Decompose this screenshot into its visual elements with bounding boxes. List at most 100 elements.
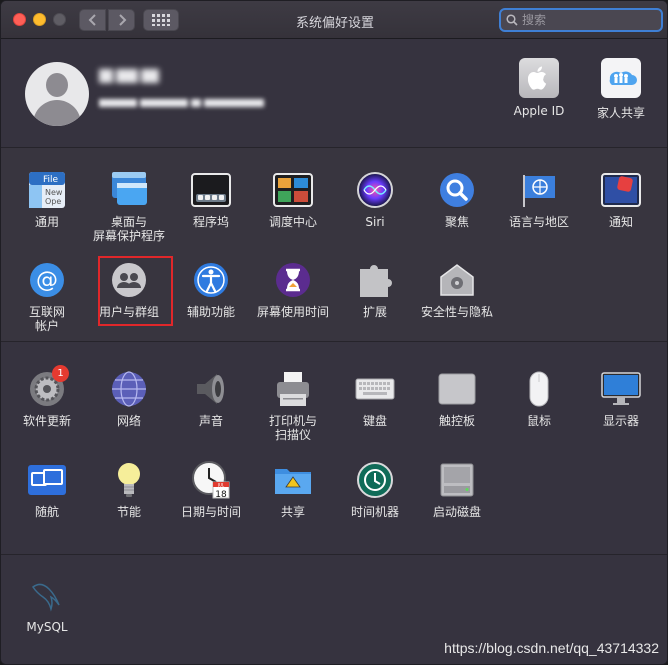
search-icon (506, 14, 518, 26)
pref-software-update[interactable]: 1 软件更新 (6, 365, 88, 428)
pref-sidecar[interactable]: 随航 (6, 460, 88, 519)
network-icon (109, 369, 149, 409)
pref-label: 聚焦 (444, 215, 469, 229)
pref-sound[interactable]: 声音 (170, 369, 252, 428)
screen-time-icon (273, 260, 313, 300)
pref-language-region[interactable]: 语言与地区 (498, 170, 580, 229)
mission-control-icon (273, 170, 313, 210)
pref-spotlight[interactable]: 聚焦 (416, 170, 498, 229)
printers-scanners-icon (273, 369, 313, 409)
pref-accessibility[interactable]: 辅助功能 (170, 260, 252, 319)
pref-label: 网络 (116, 414, 141, 428)
date-time-icon: JUL 18 (191, 460, 231, 500)
time-machine-icon (355, 460, 395, 500)
apple-id-label: Apple ID (513, 104, 565, 118)
pref-time-machine[interactable]: 时间机器 (334, 460, 416, 519)
watermark-text: https://blog.csdn.net/qq_43714332 (444, 640, 659, 656)
account-header: Apple ID 家人共享 (1, 40, 667, 147)
spotlight-icon (437, 170, 477, 210)
pref-displays[interactable]: 显示器 (580, 369, 662, 428)
pref-label: 调度中心 (268, 215, 317, 229)
selection-highlight (98, 256, 173, 326)
pref-label: 语言与地区 (508, 215, 569, 229)
apple-id-pane[interactable]: Apple ID (504, 58, 574, 118)
search-input[interactable] (522, 13, 652, 27)
pref-label: 桌面与 屏幕保护程序 (92, 215, 165, 243)
blurred-user-subtitle (99, 92, 289, 107)
pref-label: 屏幕使用时间 (256, 305, 329, 319)
pref-label: 触控板 (438, 414, 475, 428)
calendar-text: JUL 18 (215, 483, 227, 501)
security-privacy-icon (437, 260, 477, 300)
pref-notifications[interactable]: 通知 (580, 170, 662, 229)
pref-label: 辅助功能 (186, 305, 235, 319)
pref-energy-saver[interactable]: 节能 (88, 460, 170, 519)
pref-label: 互联网 帐户 (28, 305, 65, 333)
pref-label: 程序坞 (192, 215, 229, 229)
startup-disk-icon (437, 460, 477, 500)
svg-text:@: @ (36, 268, 58, 293)
pref-dock[interactable]: 程序坞 (170, 170, 252, 229)
pref-mission-control[interactable]: 调度中心 (252, 170, 334, 229)
pref-mysql[interactable]: MySQL (6, 575, 88, 634)
pref-screen-time[interactable]: 屏幕使用时间 (252, 260, 334, 319)
pref-date-time[interactable]: JUL 18 日期与时间 (170, 460, 252, 519)
pref-label: 共享 (280, 505, 305, 519)
sidecar-icon (27, 460, 67, 500)
pref-label: 通知 (608, 215, 633, 229)
sound-icon (191, 369, 231, 409)
pref-sharing[interactable]: 共享 (252, 460, 334, 519)
sharing-icon (273, 460, 313, 500)
desktop-screensaver-icon (109, 170, 149, 210)
pref-label: 安全性与隐私 (420, 305, 493, 319)
blurred-user-name (99, 68, 179, 88)
search-field[interactable] (499, 8, 663, 32)
pref-label: 日期与时间 (180, 505, 241, 519)
pref-label: 软件更新 (22, 414, 71, 428)
trackpad-icon (437, 369, 477, 409)
notifications-icon (601, 170, 641, 210)
pref-mouse[interactable]: 鼠标 (498, 369, 580, 428)
pref-label: 通用 (34, 215, 59, 229)
pref-general[interactable]: File New Ope 通用 (6, 170, 88, 229)
pref-label: 打印机与 扫描仪 (268, 414, 317, 442)
mouse-icon (519, 369, 559, 409)
svg-text:File: File (43, 175, 59, 185)
system-preferences-window: 系统偏好设置 Apple ID (0, 0, 668, 665)
language-region-icon (519, 170, 559, 210)
pref-security-privacy[interactable]: 安全性与隐私 (416, 260, 498, 319)
displays-icon (601, 369, 641, 409)
personal-section: File New Ope 通用 桌面与 屏幕保护程序 程序坞 调度中心 Siri… (1, 148, 667, 341)
family-sharing-pane[interactable]: 家人共享 (586, 58, 656, 121)
pref-network[interactable]: 网络 (88, 369, 170, 428)
family-sharing-label: 家人共享 (596, 106, 645, 120)
energy-saver-icon (109, 460, 149, 500)
pref-trackpad[interactable]: 触控板 (416, 369, 498, 428)
software-update-icon: 1 (27, 365, 69, 409)
siri-icon (355, 170, 395, 210)
pref-label: 节能 (116, 505, 141, 519)
pref-internet-accounts[interactable]: @ 互联网 帐户 (6, 260, 88, 333)
general-icon: File New Ope (27, 170, 67, 210)
pref-siri[interactable]: Siri (334, 170, 416, 229)
accessibility-icon (191, 260, 231, 300)
internet-accounts-icon: @ (27, 260, 67, 300)
svg-text:Ope: Ope (45, 197, 61, 206)
pref-label: 键盘 (362, 414, 387, 428)
pref-label: MySQL (26, 620, 68, 634)
hardware-section: 1 软件更新 网络 声音 打印机与 扫描仪 键盘 触控板 鼠标 显示器 随航 节… (1, 342, 667, 554)
user-avatar[interactable] (25, 62, 89, 126)
pref-label: 扩展 (362, 305, 387, 319)
other-section: MySQL https://blog.csdn.net/qq_43714332 (1, 555, 667, 664)
pref-label: 随航 (34, 505, 59, 519)
pref-extensions[interactable]: 扩展 (334, 260, 416, 319)
svg-text:18: 18 (215, 490, 227, 500)
family-sharing-icon (601, 58, 641, 98)
pref-label: 时间机器 (350, 505, 399, 519)
pref-printers-scanners[interactable]: 打印机与 扫描仪 (252, 369, 334, 442)
pref-desktop-screensaver[interactable]: 桌面与 屏幕保护程序 (88, 170, 170, 243)
pref-keyboard[interactable]: 键盘 (334, 369, 416, 428)
svg-text:New: New (45, 188, 63, 197)
pref-startup-disk[interactable]: 启动磁盘 (416, 460, 498, 519)
title-bar: 系统偏好设置 (1, 1, 667, 39)
